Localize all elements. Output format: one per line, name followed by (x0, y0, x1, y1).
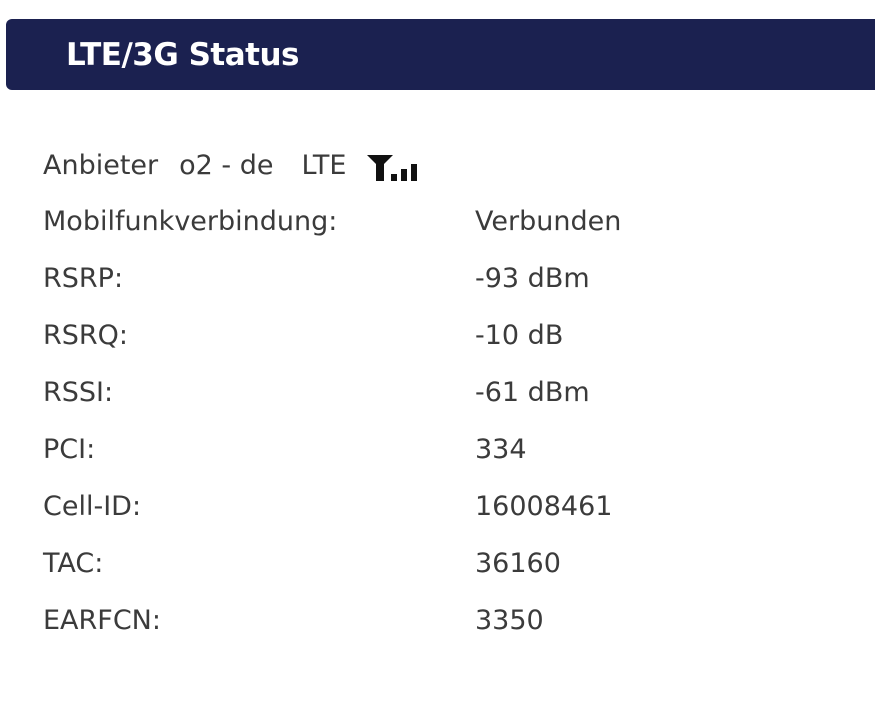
row-label: RSRQ: (43, 320, 129, 351)
status-row-cell-id: Cell-ID: 16008461 (43, 486, 843, 543)
row-label: TAC: (43, 548, 104, 579)
row-label: PCI: (43, 434, 96, 465)
row-value: -61 dBm (475, 377, 590, 408)
row-label: Cell-ID: (43, 491, 142, 522)
status-table: Mobilfunkverbindung: Verbunden RSRP: -93… (43, 201, 843, 657)
row-label: RSSI: (43, 377, 114, 408)
network-technology: LTE (301, 150, 347, 181)
row-value: Verbunden (475, 206, 622, 237)
provider-row: Anbieter o2 - de LTE (43, 146, 424, 186)
row-label: RSRP: (43, 263, 124, 294)
provider-label: Anbieter (43, 150, 159, 181)
status-header-bar: LTE/3G Status (6, 19, 875, 90)
status-row-pci: PCI: 334 (43, 429, 843, 486)
row-value: 3350 (475, 605, 544, 636)
page-title: LTE/3G Status (66, 37, 299, 73)
row-label: EARFCN: (43, 605, 161, 636)
row-value: 36160 (475, 548, 561, 579)
status-row-earfcn: EARFCN: 3350 (43, 600, 843, 657)
status-row-rsrq: RSRQ: -10 dB (43, 315, 843, 372)
status-row-rsrp: RSRP: -93 dBm (43, 258, 843, 315)
status-row-connection: Mobilfunkverbindung: Verbunden (43, 201, 843, 258)
row-value: -10 dB (475, 320, 564, 351)
row-value: -93 dBm (475, 263, 590, 294)
status-row-tac: TAC: 36160 (43, 543, 843, 600)
provider-name: o2 - de (179, 150, 274, 181)
status-row-rssi: RSSI: -61 dBm (43, 372, 843, 429)
row-value: 334 (475, 434, 527, 465)
row-value: 16008461 (475, 491, 613, 522)
row-label: Mobilfunkverbindung: (43, 206, 338, 237)
antenna-signal-bars-icon (366, 149, 424, 183)
